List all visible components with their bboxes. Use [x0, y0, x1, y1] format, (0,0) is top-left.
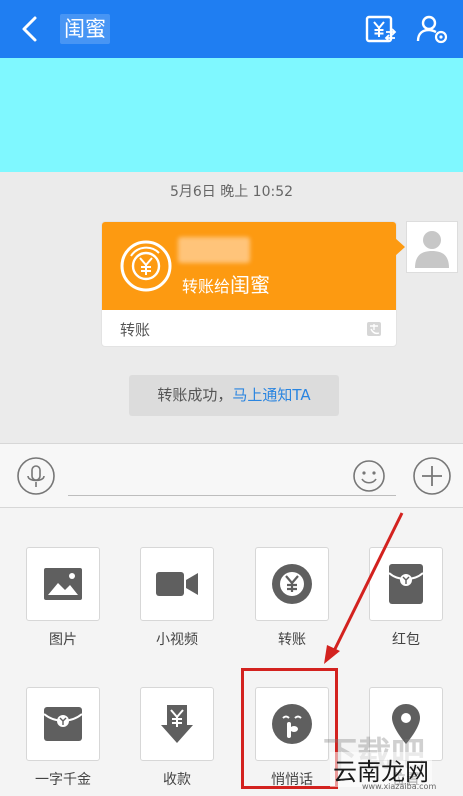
back-button[interactable]: [14, 12, 48, 46]
emoji-icon: [353, 460, 385, 492]
more-button[interactable]: [412, 456, 452, 496]
notice-text: 转账成功，: [157, 386, 233, 404]
tool-red-packet[interactable]: 红包: [369, 547, 443, 649]
tool-video[interactable]: 小视频: [140, 547, 214, 649]
transfer-success-notice: 转账成功，马上通知TA: [129, 375, 339, 416]
default-avatar-icon: [415, 231, 449, 268]
transfer-prefix: 转账给: [182, 277, 231, 296]
user-settings-icon: [416, 15, 448, 44]
transfer-recipient: 闺蜜: [230, 273, 271, 297]
tool-word-gold-label: 一字千金: [35, 772, 91, 788]
transfer-card-header: 转账给闺蜜: [102, 222, 396, 310]
image-icon: [44, 568, 82, 600]
tool-image[interactable]: 图片: [26, 547, 100, 649]
tool-red-packet-box[interactable]: [369, 547, 443, 621]
tool-receive-money-box[interactable]: [140, 687, 214, 761]
transfer-icon: [272, 564, 312, 604]
message-input-bar: [0, 443, 463, 508]
red-packet-icon: [388, 564, 424, 604]
top-banner-area: [0, 58, 463, 172]
transfer-message-card[interactable]: 转账给闺蜜 转账: [101, 221, 397, 347]
tool-word-gold-box[interactable]: [26, 687, 100, 761]
tool-image-box[interactable]: [26, 547, 100, 621]
notify-link[interactable]: 马上通知TA: [232, 386, 310, 404]
chat-messages[interactable]: 5月6日 晚上 10:52 转账给闺蜜 转账 转账成功，马上通知TA: [0, 172, 463, 443]
chevron-left-icon: [22, 16, 37, 42]
transfer-description: 转账给闺蜜: [182, 269, 270, 298]
alipay-icon: [367, 322, 381, 336]
tool-transfer[interactable]: 转账: [255, 547, 329, 649]
video-icon: [156, 572, 198, 596]
plus-icon: [413, 457, 451, 495]
transfer-money-icon: [365, 15, 397, 43]
tool-word-gold[interactable]: 一字千金: [26, 687, 100, 789]
message-timestamp: 5月6日 晚上 10:52: [169, 184, 294, 200]
receive-money-icon: [161, 705, 193, 743]
tool-image-label: 图片: [49, 632, 77, 648]
word-gold-icon: [43, 707, 83, 741]
tool-transfer-box[interactable]: [255, 547, 329, 621]
transfer-coin-icon: [120, 240, 172, 292]
bubble-tail: [395, 238, 405, 256]
tool-transfer-label: 转账: [278, 632, 306, 648]
chat-title: 闺蜜: [60, 14, 110, 44]
tool-red-packet-label: 红包: [392, 632, 420, 648]
message-input[interactable]: [68, 462, 396, 496]
tool-video-box[interactable]: [140, 547, 214, 621]
tool-video-label: 小视频: [156, 632, 198, 648]
voice-button[interactable]: [16, 456, 56, 496]
transfer-header-button[interactable]: [362, 11, 398, 47]
chat-settings-button[interactable]: [414, 11, 450, 47]
avatar[interactable]: [406, 221, 458, 273]
watermark-url: www.xiazaiba.com: [362, 782, 437, 791]
tool-receive-money-label: 收款: [163, 772, 191, 788]
emoji-button[interactable]: [351, 458, 387, 494]
top-nav-bar: 闺蜜: [0, 0, 463, 58]
blurred-account-name: [178, 237, 250, 263]
transfer-card-label: 转账: [120, 321, 151, 339]
transfer-card-footer: 转账: [102, 310, 396, 346]
tool-receive-money[interactable]: 收款: [140, 687, 214, 789]
microphone-icon: [17, 457, 55, 495]
